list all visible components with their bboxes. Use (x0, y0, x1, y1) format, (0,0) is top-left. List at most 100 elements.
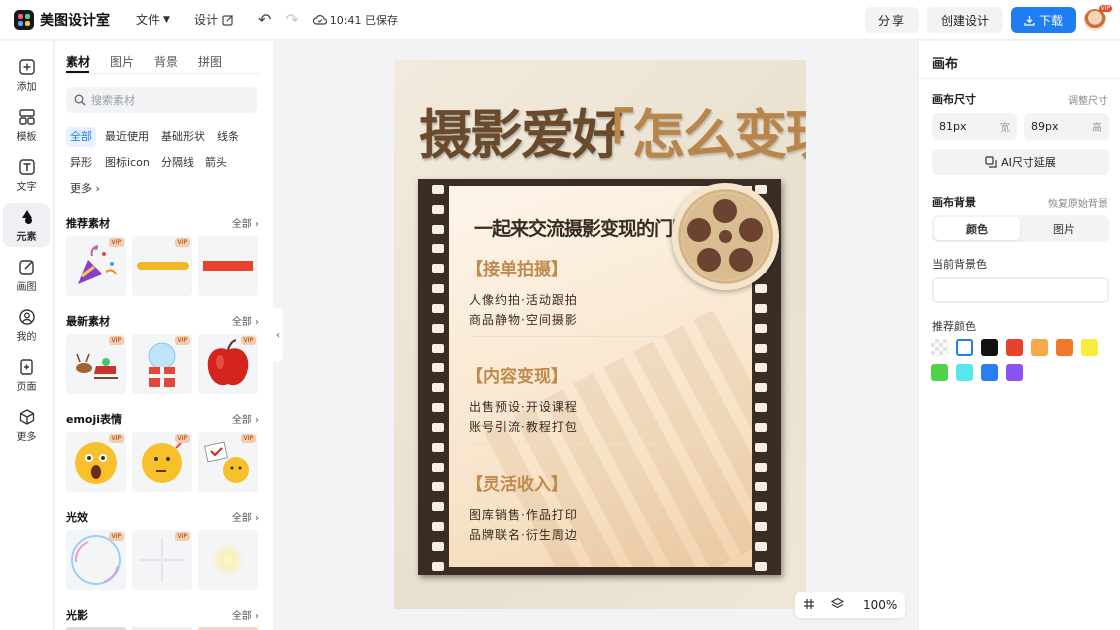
chip-icons[interactable]: 图标icon (101, 153, 154, 173)
block-line[interactable]: 图库销售·作品打印 (469, 506, 578, 523)
chip-more[interactable]: 更多 › (66, 179, 104, 199)
design-canvas[interactable]: 摄影爱好 「怎么变现」 一起来交流摄影变现的门路 【接单拍摄】 人像约拍·活动跟… (394, 60, 806, 609)
vip-badge: VIP (174, 532, 190, 541)
block-line[interactable]: 出售预设·开设课程 (469, 398, 578, 415)
asset-bubble[interactable]: VIP (66, 530, 126, 590)
create-design-button[interactable]: 创建设计 (926, 7, 1003, 33)
chip-basic-shapes[interactable]: 基础形状 (157, 127, 209, 147)
more-label: 全部 (231, 415, 252, 426)
bg-type-image[interactable]: 图片 (1021, 217, 1107, 240)
block-line[interactable]: 人像约拍·活动跟拍 (469, 291, 578, 308)
asset-red-rect[interactable] (198, 236, 258, 296)
asset-sparkle[interactable]: VIP (132, 530, 192, 590)
search-input[interactable]: 搜索素材 (66, 87, 257, 113)
height-field[interactable]: 89px 高 (1024, 113, 1109, 140)
block-heading[interactable]: 【内容变现】 (466, 362, 568, 387)
section-more-link[interactable]: 全部 › (232, 411, 259, 426)
asset-yellow-stroke[interactable]: VIP (132, 236, 192, 296)
poster-title-right[interactable]: 「怎么变现」 (581, 93, 806, 169)
chip-irregular[interactable]: 异形 (66, 153, 96, 173)
design-menu[interactable]: 设计 (194, 11, 234, 28)
ai-resize-button[interactable]: AI尺寸延展 (932, 149, 1109, 175)
width-field[interactable]: 81px 宽 (932, 113, 1017, 140)
bg-type-color[interactable]: 颜色 (934, 217, 1020, 240)
more-label: 全部 (231, 219, 252, 230)
properties-panel: 画布 画布尺寸 调整尺寸 81px 宽 89px 高 AI尺寸延展 画布背景 恢… (918, 41, 1120, 630)
section-more-link[interactable]: 全部 › (232, 607, 259, 622)
file-menu[interactable]: 文件 ▼ (136, 11, 170, 28)
block-divider (471, 443, 661, 444)
share-button[interactable]: 分享 (864, 7, 919, 33)
color-swatch[interactable] (1006, 339, 1023, 356)
asset-reindeer-sleigh[interactable]: VIP (66, 334, 126, 394)
resize-link[interactable]: 调整尺寸 (1068, 92, 1108, 107)
download-icon (1024, 15, 1035, 26)
block-line[interactable]: 账号引流·教程打包 (469, 418, 578, 435)
asset-glow[interactable] (198, 530, 258, 590)
color-swatch[interactable] (1056, 339, 1073, 356)
glow-shape (211, 543, 245, 577)
vip-badge: VIP (174, 434, 190, 443)
film-reel-icon[interactable] (672, 183, 779, 290)
color-swatch[interactable] (931, 364, 948, 381)
chip-all[interactable]: 全部 (66, 127, 96, 147)
asset-snow-globe[interactable]: VIP (132, 334, 192, 394)
color-swatch[interactable] (981, 364, 998, 381)
rail-item-mine[interactable]: 我的 (3, 303, 50, 347)
section-more-link[interactable]: 全部 › (232, 313, 259, 328)
reset-bg-link[interactable]: 恢复原始背景 (1048, 195, 1108, 210)
edit-icon (222, 14, 233, 26)
rail-item-draw[interactable]: 画图 (3, 253, 50, 297)
asset-emoji-thinking[interactable]: VIP (132, 432, 192, 492)
redo-icon[interactable]: ↷ (285, 10, 298, 29)
rail-label: 添加 (16, 81, 37, 93)
user-avatar[interactable]: VIP (1084, 5, 1112, 31)
asset-emoji-scared[interactable]: VIP (66, 432, 126, 492)
color-swatch[interactable] (956, 364, 973, 381)
block-line[interactable]: 商品静物·空间摄影 (469, 311, 578, 328)
more-label: 全部 (231, 611, 252, 622)
download-button[interactable]: 下载 (1010, 7, 1076, 33)
block-line[interactable]: 品牌联名·衍生周边 (469, 526, 578, 543)
rail-item-add[interactable]: 添加 (3, 53, 50, 97)
section-more-link[interactable]: 全部 › (232, 215, 259, 230)
film-strip-frame[interactable]: 一起来交流摄影变现的门路 【接单拍摄】 人像约拍·活动跟拍 商品静物·空间摄影 … (418, 179, 781, 575)
poster-subtitle[interactable]: 一起来交流摄影变现的门路 (474, 214, 691, 241)
block-heading[interactable]: 【接单拍摄】 (466, 255, 568, 280)
rail-label: 更多 (16, 431, 37, 443)
color-swatch[interactable] (956, 339, 973, 356)
section-more-link[interactable]: 全部 › (232, 509, 259, 524)
grid-icon[interactable] (795, 598, 823, 613)
rail-item-text[interactable]: 文字 (3, 153, 50, 197)
color-swatch[interactable] (981, 339, 998, 356)
chip-recent[interactable]: 最近使用 (101, 127, 153, 147)
app-logo[interactable]: 美图设计室 (14, 9, 110, 30)
chip-lines[interactable]: 线条 (213, 127, 243, 147)
layers-icon[interactable] (823, 597, 851, 613)
color-swatch[interactable] (1006, 364, 1023, 381)
current-bg-color-swatch[interactable] (932, 277, 1109, 303)
chip-dividers[interactable]: 分隔线 (157, 153, 198, 173)
rail-item-more[interactable]: 更多 (3, 403, 50, 447)
collapse-panel-button[interactable]: ‹ (273, 308, 283, 362)
rail-item-page[interactable]: 页面 (3, 353, 50, 397)
asset-party-popper[interactable]: VIP (66, 236, 126, 296)
search-placeholder: 搜索素材 (91, 94, 135, 107)
color-swatch-transparent[interactable] (931, 339, 948, 356)
plus-square-icon (18, 58, 35, 75)
rail-item-template[interactable]: 模板 (3, 103, 50, 147)
shapes-icon (21, 209, 32, 224)
save-status: 10:41 已保存 (312, 12, 398, 28)
asset-emoji-sign[interactable]: VIP (198, 432, 258, 492)
rail-item-elements[interactable]: 元素 (3, 203, 50, 247)
rail-label: 画图 (16, 281, 37, 293)
zoom-level[interactable]: 100% (863, 598, 897, 612)
save-status-text: 10:41 已保存 (329, 13, 398, 27)
color-swatch[interactable] (1031, 339, 1048, 356)
block-heading[interactable]: 【灵活收入】 (466, 470, 568, 495)
chip-arrows[interactable]: 箭头 (201, 153, 231, 173)
chevron-right-icon: › (95, 182, 100, 195)
asset-apple[interactable]: VIP (198, 334, 258, 394)
undo-icon[interactable]: ↶ (258, 10, 271, 29)
color-swatch[interactable] (1081, 339, 1098, 356)
